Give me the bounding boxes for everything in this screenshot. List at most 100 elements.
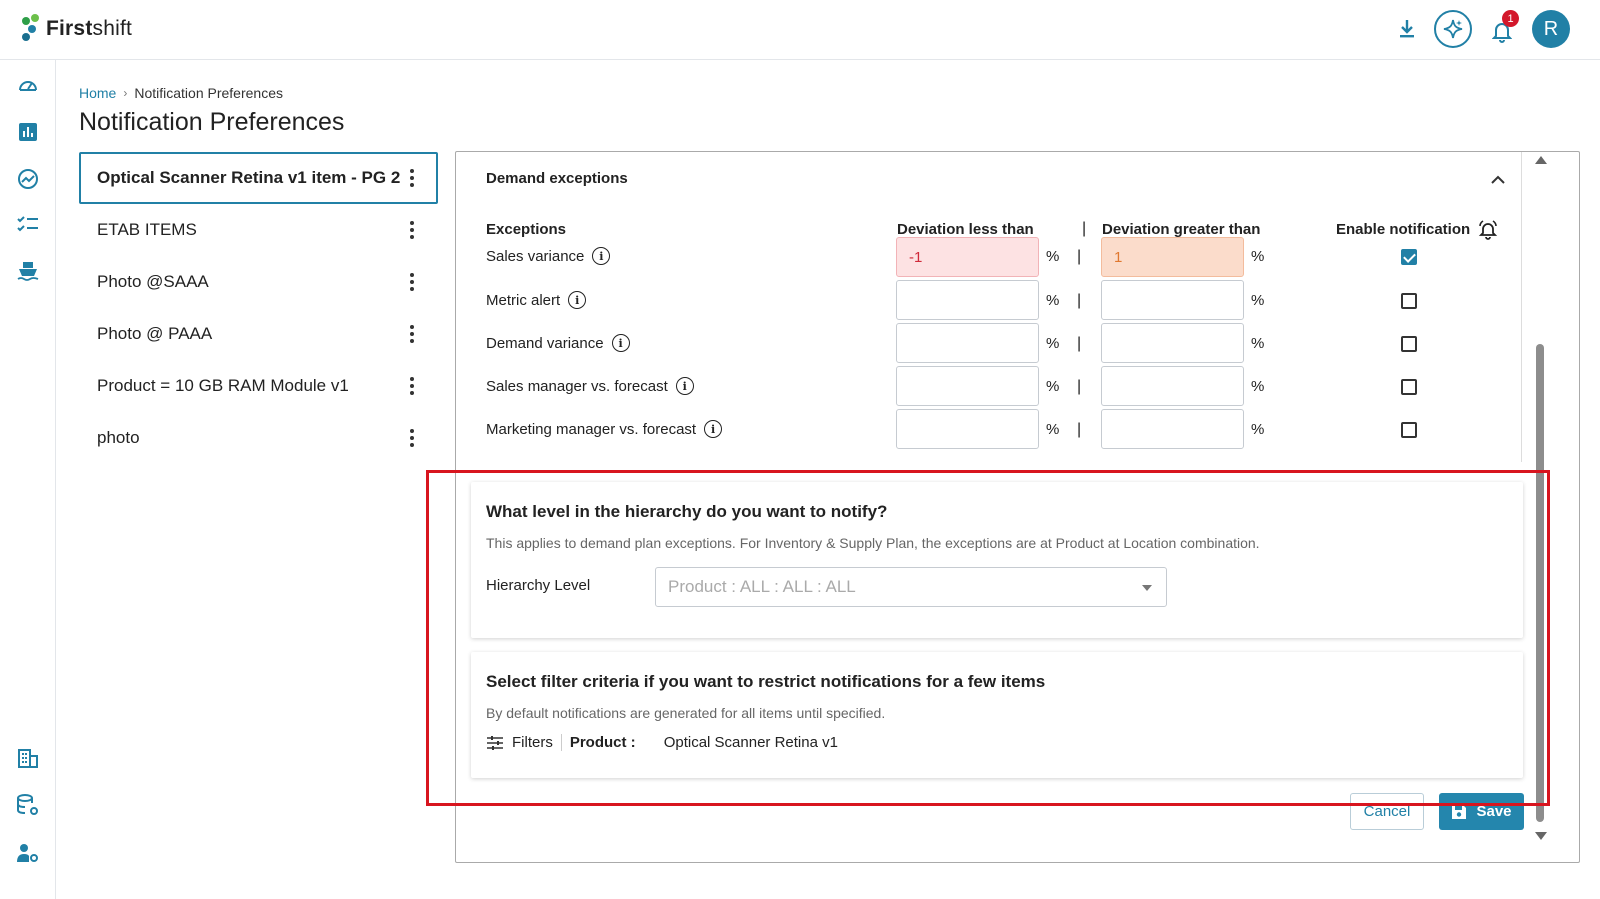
bar-chart-icon[interactable]	[16, 120, 40, 144]
hierarchy-level-label: Hierarchy Level	[486, 577, 591, 594]
enable-notification-checkbox[interactable]	[1401, 249, 1417, 265]
exceptions-column-header: Exceptions	[486, 221, 567, 238]
list-item[interactable]: photo	[79, 412, 438, 464]
scrollbar-thumb[interactable]	[1536, 344, 1544, 822]
enable-notification-checkbox[interactable]	[1401, 422, 1417, 438]
checklist-icon[interactable]	[16, 213, 40, 237]
filter-value: Optical Scanner Retina v1	[663, 734, 838, 751]
preferences-panel: Demand exceptions Exceptions Deviation l…	[455, 151, 1580, 863]
percent-unit: %	[1046, 335, 1060, 352]
list-item-label: Product = 10 GB RAM Module v1	[97, 376, 349, 395]
filter-key: Product :	[569, 734, 636, 751]
demand-exceptions-heading: Demand exceptions	[486, 170, 628, 187]
column-separator: |	[1082, 220, 1087, 237]
column-separator: |	[1077, 421, 1082, 438]
notifications-bell-icon[interactable]: 1	[1486, 10, 1519, 48]
deviation-greater-input[interactable]	[1101, 409, 1244, 449]
list-item-label: Photo @SAAA	[97, 272, 209, 291]
deviation-less-header: Deviation less than	[897, 221, 1034, 238]
trend-icon[interactable]	[16, 167, 40, 191]
more-options-icon[interactable]	[404, 273, 420, 291]
info-icon[interactable]: i	[704, 420, 723, 438]
firstshift-logo[interactable]: Firstshift	[22, 14, 132, 44]
user-settings-icon[interactable]	[16, 841, 40, 865]
exception-row-label: Demand variance i	[486, 334, 630, 352]
list-item[interactable]: Photo @SAAA	[79, 256, 438, 308]
deviation-less-input[interactable]	[896, 366, 1039, 406]
column-separator: |	[1077, 378, 1082, 395]
list-item[interactable]: ETAB ITEMS	[79, 204, 438, 256]
page-title: Notification Preferences	[79, 108, 345, 136]
percent-unit: %	[1046, 248, 1060, 265]
deviation-greater-input[interactable]	[1101, 280, 1244, 320]
top-bar: Firstshift 1 R	[0, 0, 1600, 60]
more-options-icon[interactable]	[404, 221, 420, 239]
percent-unit: %	[1251, 335, 1265, 352]
building-icon[interactable]	[16, 746, 40, 770]
database-settings-icon[interactable]	[16, 793, 40, 817]
enable-notification-checkbox[interactable]	[1401, 293, 1417, 309]
more-options-icon[interactable]	[404, 325, 420, 343]
scroll-up-arrow-icon[interactable]	[1535, 156, 1547, 164]
list-item[interactable]: Product = 10 GB RAM Module v1	[79, 360, 438, 412]
column-separator: |	[1077, 292, 1082, 309]
hierarchy-level-dropdown[interactable]: Product : ALL : ALL : ALL	[655, 567, 1167, 607]
ai-assistant-icon[interactable]	[1434, 10, 1472, 48]
exception-row-label: Sales variance i	[486, 247, 611, 265]
percent-unit: %	[1046, 292, 1060, 309]
percent-unit: %	[1046, 421, 1060, 438]
info-icon[interactable]: i	[592, 247, 611, 265]
breadcrumb-home-link[interactable]: Home	[79, 85, 116, 101]
filters-button[interactable]: Filters	[486, 734, 562, 751]
percent-unit: %	[1251, 292, 1265, 309]
filter-card-description: By default notifications are generated f…	[486, 705, 886, 721]
download-icon[interactable]	[1394, 10, 1420, 48]
notification-item-list: Optical Scanner Retina v1 item - PG 2 ET…	[79, 152, 438, 464]
deviation-greater-input[interactable]	[1101, 237, 1244, 277]
list-item[interactable]: Photo @ PAAA	[79, 308, 438, 360]
hierarchy-level-value: Product : ALL : ALL : ALL	[668, 577, 856, 596]
collapse-chevron-icon[interactable]	[1486, 168, 1510, 192]
filters-label: Filters	[512, 734, 553, 751]
cancel-button[interactable]: Cancel	[1350, 793, 1424, 830]
deviation-less-input[interactable]	[896, 323, 1039, 363]
filter-card-title: Select filter criteria if you want to re…	[486, 672, 1046, 691]
info-icon[interactable]: i	[611, 334, 630, 352]
filters-row: Filters Product : Optical Scanner Retina…	[486, 734, 838, 751]
enable-notification-checkbox[interactable]	[1401, 336, 1417, 352]
ship-icon[interactable]	[16, 259, 40, 283]
more-options-icon[interactable]	[404, 429, 420, 447]
save-button[interactable]: Save	[1439, 793, 1524, 830]
deviation-less-input[interactable]	[896, 409, 1039, 449]
percent-unit: %	[1046, 378, 1060, 395]
chevron-down-icon	[1142, 585, 1152, 591]
enable-notification-header: Enable notification	[1336, 221, 1471, 238]
hierarchy-card-description: This applies to demand plan exceptions. …	[486, 535, 1260, 551]
deviation-less-input[interactable]	[896, 280, 1039, 320]
percent-unit: %	[1251, 378, 1265, 395]
logo-mark-icon	[22, 14, 42, 44]
exception-row-label: Metric alert i	[486, 291, 587, 309]
section-divider	[1521, 152, 1522, 462]
deviation-greater-input[interactable]	[1101, 366, 1244, 406]
list-item[interactable]: Optical Scanner Retina v1 item - PG 2	[79, 152, 438, 204]
panel-scrollbar[interactable]	[1532, 152, 1548, 862]
exception-row-label: Marketing manager vs. forecast i	[486, 420, 723, 438]
more-options-icon[interactable]	[404, 169, 420, 187]
scroll-down-arrow-icon[interactable]	[1535, 832, 1547, 840]
enable-notification-checkbox[interactable]	[1401, 379, 1417, 395]
info-icon[interactable]: i	[568, 291, 587, 309]
deviation-greater-input[interactable]	[1101, 323, 1244, 363]
dashboard-icon[interactable]	[16, 74, 40, 98]
alarm-bell-icon	[1478, 220, 1498, 245]
list-item-label: Optical Scanner Retina v1 item - PG 2	[97, 168, 401, 187]
user-avatar[interactable]: R	[1532, 10, 1570, 48]
deviation-greater-header: Deviation greater than	[1102, 221, 1261, 238]
more-options-icon[interactable]	[404, 377, 420, 395]
breadcrumb-current: Notification Preferences	[134, 85, 283, 101]
info-icon[interactable]: i	[675, 377, 694, 395]
list-item-label: Photo @ PAAA	[97, 324, 213, 343]
column-separator: |	[1077, 248, 1082, 265]
deviation-less-input[interactable]	[896, 237, 1039, 277]
filter-criteria-card: Select filter criteria if you want to re…	[471, 652, 1523, 778]
